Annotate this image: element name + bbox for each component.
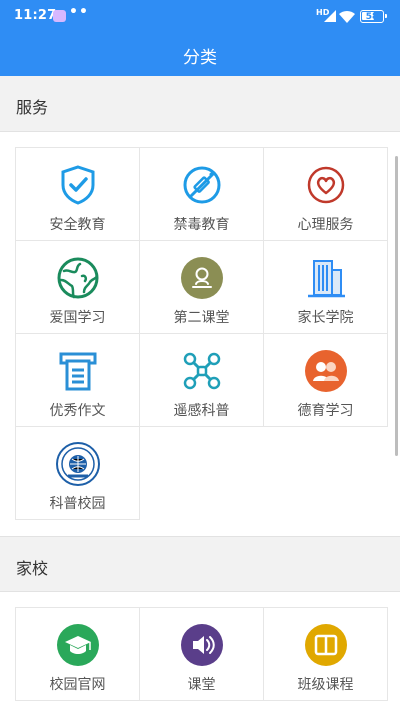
grid-item-classroom[interactable]: 课堂 xyxy=(140,608,264,701)
section-title: 家校 xyxy=(16,559,49,578)
category-list[interactable]: 服务 安全教育 禁毒教育 心理服务 爱国学习 第二课堂 家长学院 优秀作文 遥感… xyxy=(0,76,400,709)
building-icon xyxy=(308,260,345,298)
grid-item-label: 课堂 xyxy=(187,677,216,693)
grid-item-label: 班级课程 xyxy=(297,677,354,693)
notification-dots: •• xyxy=(69,4,89,20)
classroom-badge-icon xyxy=(181,257,223,299)
grid-item-excellent-essays[interactable]: 优秀作文 xyxy=(16,334,140,427)
grid-item-label: 第二课堂 xyxy=(173,310,230,326)
grid-item-anti-drug-education[interactable]: 禁毒教育 xyxy=(140,148,264,241)
shield-check-icon xyxy=(61,165,95,205)
grid-empty-cell xyxy=(264,427,388,520)
no-syringe-icon xyxy=(183,166,221,204)
grid-item-safety-education[interactable]: 安全教育 xyxy=(16,148,140,241)
services-grid: 安全教育 禁毒教育 心理服务 爱国学习 第二课堂 家长学院 优秀作文 遥感科普 … xyxy=(15,147,388,520)
book-icon xyxy=(305,624,347,666)
grid-item-label: 遥感科普 xyxy=(173,403,230,419)
drone-icon xyxy=(183,352,221,390)
grid-item-label: 安全教育 xyxy=(49,217,106,233)
grid-item-label: 优秀作文 xyxy=(49,403,106,419)
grid-item-moral-education[interactable]: 德育学习 xyxy=(264,334,388,427)
home-school-grid: 校园官网 课堂 班级课程 xyxy=(15,607,388,701)
battery-level: 58 xyxy=(365,11,379,22)
grid-item-label: 科普校园 xyxy=(49,496,106,512)
school-emblem-icon xyxy=(56,442,100,486)
grid-item-class-courses[interactable]: 班级课程 xyxy=(264,608,388,701)
grid-item-psychological-service[interactable]: 心理服务 xyxy=(264,148,388,241)
document-printer-icon xyxy=(59,352,97,391)
heart-circle-icon xyxy=(307,166,345,204)
section-body-services: 安全教育 禁毒教育 心理服务 爱国学习 第二课堂 家长学院 优秀作文 遥感科普 … xyxy=(0,132,400,536)
wifi-icon xyxy=(339,10,355,23)
section-body-home-school: 校园官网 课堂 班级课程 xyxy=(0,592,400,709)
grid-empty-cell xyxy=(140,427,264,520)
grid-item-science-campus[interactable]: 科普校园 xyxy=(16,427,140,520)
grid-item-label: 德育学习 xyxy=(297,403,354,419)
grid-item-label: 心理服务 xyxy=(297,217,354,233)
grid-item-remote-sensing[interactable]: 遥感科普 xyxy=(140,334,264,427)
scrollbar[interactable] xyxy=(395,156,398,456)
grid-item-parent-academy[interactable]: 家长学院 xyxy=(264,241,388,334)
grid-item-patriotic-study[interactable]: 爱国学习 xyxy=(16,241,140,334)
app-bar: 分类 xyxy=(0,34,400,76)
grid-item-label: 禁毒教育 xyxy=(173,217,230,233)
grid-item-campus-website[interactable]: 校园官网 xyxy=(16,608,140,701)
section-title: 服务 xyxy=(16,98,49,117)
grid-item-label: 校园官网 xyxy=(49,677,106,693)
signal-icon xyxy=(324,10,336,22)
speaker-icon xyxy=(181,624,223,666)
status-bar: 11:27 •• HD 58 xyxy=(0,0,400,34)
graduation-cap-icon xyxy=(57,624,99,666)
people-badge-icon xyxy=(305,350,347,392)
notification-app-icon xyxy=(53,10,66,22)
globe-icon xyxy=(57,257,99,299)
section-header-home-school: 家校 xyxy=(0,536,400,592)
page-title: 分类 xyxy=(183,47,217,68)
section-header-services: 服务 xyxy=(0,76,400,132)
grid-item-label: 爱国学习 xyxy=(49,310,106,326)
grid-item-second-classroom[interactable]: 第二课堂 xyxy=(140,241,264,334)
battery-icon: 58 xyxy=(360,10,387,23)
status-time: 11:27 xyxy=(14,8,57,23)
grid-item-label: 家长学院 xyxy=(297,310,354,326)
